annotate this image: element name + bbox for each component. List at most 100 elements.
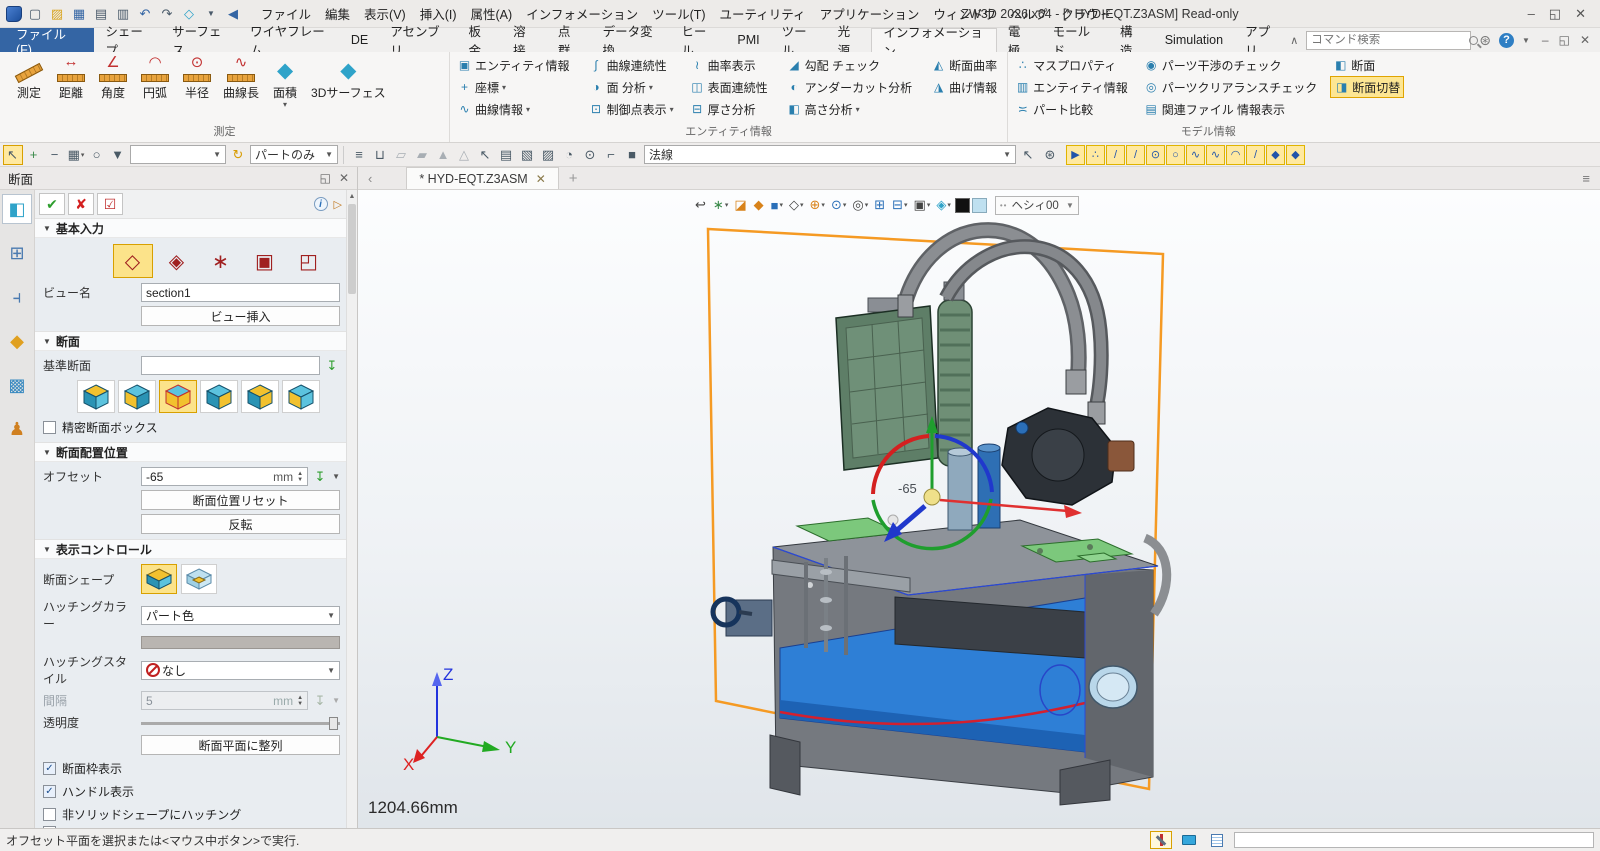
curvature-display-button[interactable]: ≀ 曲率表示 — [687, 54, 774, 76]
session-icon[interactable]: ◔ — [559, 145, 579, 165]
angle-button[interactable]: ∠ 角度 — [92, 54, 134, 111]
tools-panel-icon[interactable] — [1150, 831, 1172, 849]
radius-button[interactable]: ⊙ 半径 — [176, 54, 218, 111]
filter-shape-icon[interactable]: ▱ — [391, 145, 411, 165]
layer-combo[interactable]: •• ヘシィ00 ▼ — [994, 195, 1079, 215]
tab-pmi[interactable]: PMI — [726, 28, 770, 52]
filter-icon[interactable]: ▼ — [108, 145, 128, 165]
tab-apps[interactable]: アプリ — [1234, 25, 1290, 58]
doc-restore-button[interactable]: ◱ — [1559, 33, 1570, 47]
close-button[interactable]: ✕ — [1575, 6, 1586, 22]
check-handle-display[interactable]: ハンドル表示 — [35, 780, 346, 803]
quickbar-caret-icon[interactable]: ▼ — [202, 5, 220, 23]
section-toggle-button[interactable]: ◨ 断面切替 — [1330, 76, 1405, 98]
tab-electrode[interactable]: 電極 — [997, 25, 1042, 58]
folder-asm-icon[interactable]: ▨ — [538, 145, 558, 165]
spline-snap-icon[interactable]: ∿ — [1186, 144, 1205, 165]
face-analysis-button[interactable]: ◑ 面 分析 ▾ — [586, 76, 677, 98]
arc-snap-icon[interactable]: ◠ — [1226, 144, 1245, 165]
frame-tool-icon[interactable]: ⊞ — [2, 238, 32, 268]
command-search[interactable] — [1306, 30, 1479, 50]
add-pick-icon[interactable]: + — [24, 145, 44, 165]
height-analysis-button[interactable]: ◧ 高さ分析 ▾ — [784, 98, 919, 120]
tab-structure[interactable]: 構造 — [1109, 25, 1154, 58]
one-plane-option[interactable]: ◇ — [112, 244, 153, 278]
scroll-up-icon[interactable]: ▲ — [347, 190, 357, 203]
tab-tools[interactable]: ツール — [771, 25, 827, 58]
section-half-y-option[interactable] — [241, 380, 279, 413]
section-half-x-option[interactable] — [200, 380, 238, 413]
interference-check-button[interactable]: ◉ パーツ干渉のチェック — [1141, 54, 1321, 76]
pump-motor[interactable] — [1001, 407, 1135, 506]
tangent-snap-icon[interactable]: / — [1246, 144, 1265, 165]
line-snap-icon[interactable]: / — [1106, 144, 1125, 165]
hierarchy-tool-icon[interactable]: ⫞ — [2, 282, 32, 312]
command-search-input[interactable] — [1311, 34, 1466, 46]
shape-cut-option[interactable] — [141, 564, 177, 594]
section-header-placement[interactable]: ▼ 断面配置位置 — [35, 442, 346, 462]
ribbon-collapse-icon[interactable]: ∧ — [1290, 34, 1298, 47]
minimize-button[interactable]: – — [1528, 6, 1535, 22]
checkbox[interactable] — [43, 421, 56, 434]
hatch-color-combo[interactable]: パート色 ▼ — [141, 605, 340, 625]
cooler-radiator[interactable] — [835, 297, 939, 471]
transparency-slider[interactable] — [141, 716, 340, 730]
info-icon[interactable]: i — [313, 197, 328, 211]
precise-box-check[interactable]: 精密断面ボックス — [35, 416, 346, 439]
cancel-button[interactable]: ✘ — [68, 193, 94, 215]
tab-wireframe[interactable]: ワイヤフレーム — [239, 25, 340, 58]
open-file-icon[interactable]: ▨ — [48, 5, 66, 23]
distance-button[interactable]: ↔ 距離 — [50, 53, 92, 111]
section-header-display[interactable]: ▼ 表示コントロール — [35, 539, 346, 559]
cycle-icon[interactable]: ↻ — [228, 145, 248, 165]
tab-mold[interactable]: モールド — [1042, 25, 1109, 58]
pair-toggle-icon[interactable]: ≡ — [349, 145, 369, 165]
customize-icon[interactable]: ◇ — [180, 5, 198, 23]
scroll-thumb[interactable] — [348, 204, 356, 294]
clearance-check-button[interactable]: ◎ パーツクリアランスチェック — [1141, 76, 1321, 98]
coordinates-button[interactable]: + 座標 ▾ — [454, 76, 576, 98]
box-section-option[interactable]: ▣ — [245, 244, 285, 278]
tab-pointcloud[interactable]: 点群 — [547, 25, 592, 58]
flip-button[interactable]: 反転 — [141, 514, 340, 534]
document-tab[interactable]: * HYD-EQT.Z3ASM ✕ — [406, 167, 559, 189]
exit-icon[interactable]: ↩ — [693, 195, 709, 215]
insert-view-button[interactable]: ビュー挿入 — [141, 306, 340, 326]
corner-section-option[interactable]: ◰ — [289, 244, 329, 278]
tab-heal[interactable]: ヒール — [670, 25, 726, 58]
tab-shape[interactable]: シェープ — [94, 25, 161, 58]
doc-close-button[interactable]: ✕ — [1580, 33, 1590, 47]
collapse-quickbar-icon[interactable]: ◀ — [224, 5, 242, 23]
draft-check-button[interactable]: ◢ 勾配 チェック — [784, 54, 919, 76]
point-snap-icon[interactable]: ∴ — [1086, 144, 1105, 165]
file-tab[interactable]: ファイル(F) — [0, 28, 95, 57]
section-plane-yz-option[interactable] — [118, 380, 156, 413]
filter-curve-icon[interactable]: △ — [454, 145, 474, 165]
black-box-icon[interactable]: ■ — [622, 145, 642, 165]
manager-list-icon[interactable]: ▤ — [496, 145, 516, 165]
snap-settings-icon[interactable]: ⊛ — [1040, 145, 1060, 165]
layer-stack-icon[interactable]: ◈ ▾ — [934, 195, 953, 215]
restore-button[interactable]: ◱ — [1549, 6, 1561, 22]
check-section-frame[interactable]: 断面枠表示 — [35, 757, 346, 780]
filter-edge-icon[interactable]: ▲ — [433, 145, 453, 165]
pick-offset-icon[interactable]: ↧ — [312, 469, 328, 485]
datum-icon[interactable]: ◆ — [752, 195, 767, 215]
mass-properties-button[interactable]: ∴ マスプロパティ — [1012, 54, 1131, 76]
pick-cursor-icon[interactable]: ↖ — [3, 144, 23, 165]
zoom-window-icon[interactable]: ⊙ ▾ — [829, 195, 848, 215]
display-monitor-icon[interactable]: ▣ ▾ — [912, 195, 933, 215]
document-info-icon[interactable] — [1206, 831, 1228, 849]
section-plane-xy-option[interactable] — [77, 380, 115, 413]
surface-continuity-button[interactable]: ◫ 表面連続性 — [687, 76, 774, 98]
solid-snap-icon[interactable]: ◆ — [1286, 144, 1305, 165]
new-tab-icon[interactable]: + — [559, 170, 588, 189]
face-snap-icon[interactable]: ◆ — [1266, 144, 1285, 165]
center-snap-icon[interactable]: ⊙ — [1146, 144, 1165, 165]
arc-button[interactable]: ◠ 円弧 — [134, 54, 176, 111]
entity-info2-button[interactable]: ▥ エンティティ情報 — [1012, 76, 1131, 98]
undo-icon[interactable]: ↶ — [136, 5, 154, 23]
3d-model-canvas[interactable]: -65 Z Y X — [358, 190, 1600, 828]
section-tool-icon[interactable]: ◧ — [2, 194, 32, 224]
status-input-field[interactable] — [1234, 832, 1594, 848]
